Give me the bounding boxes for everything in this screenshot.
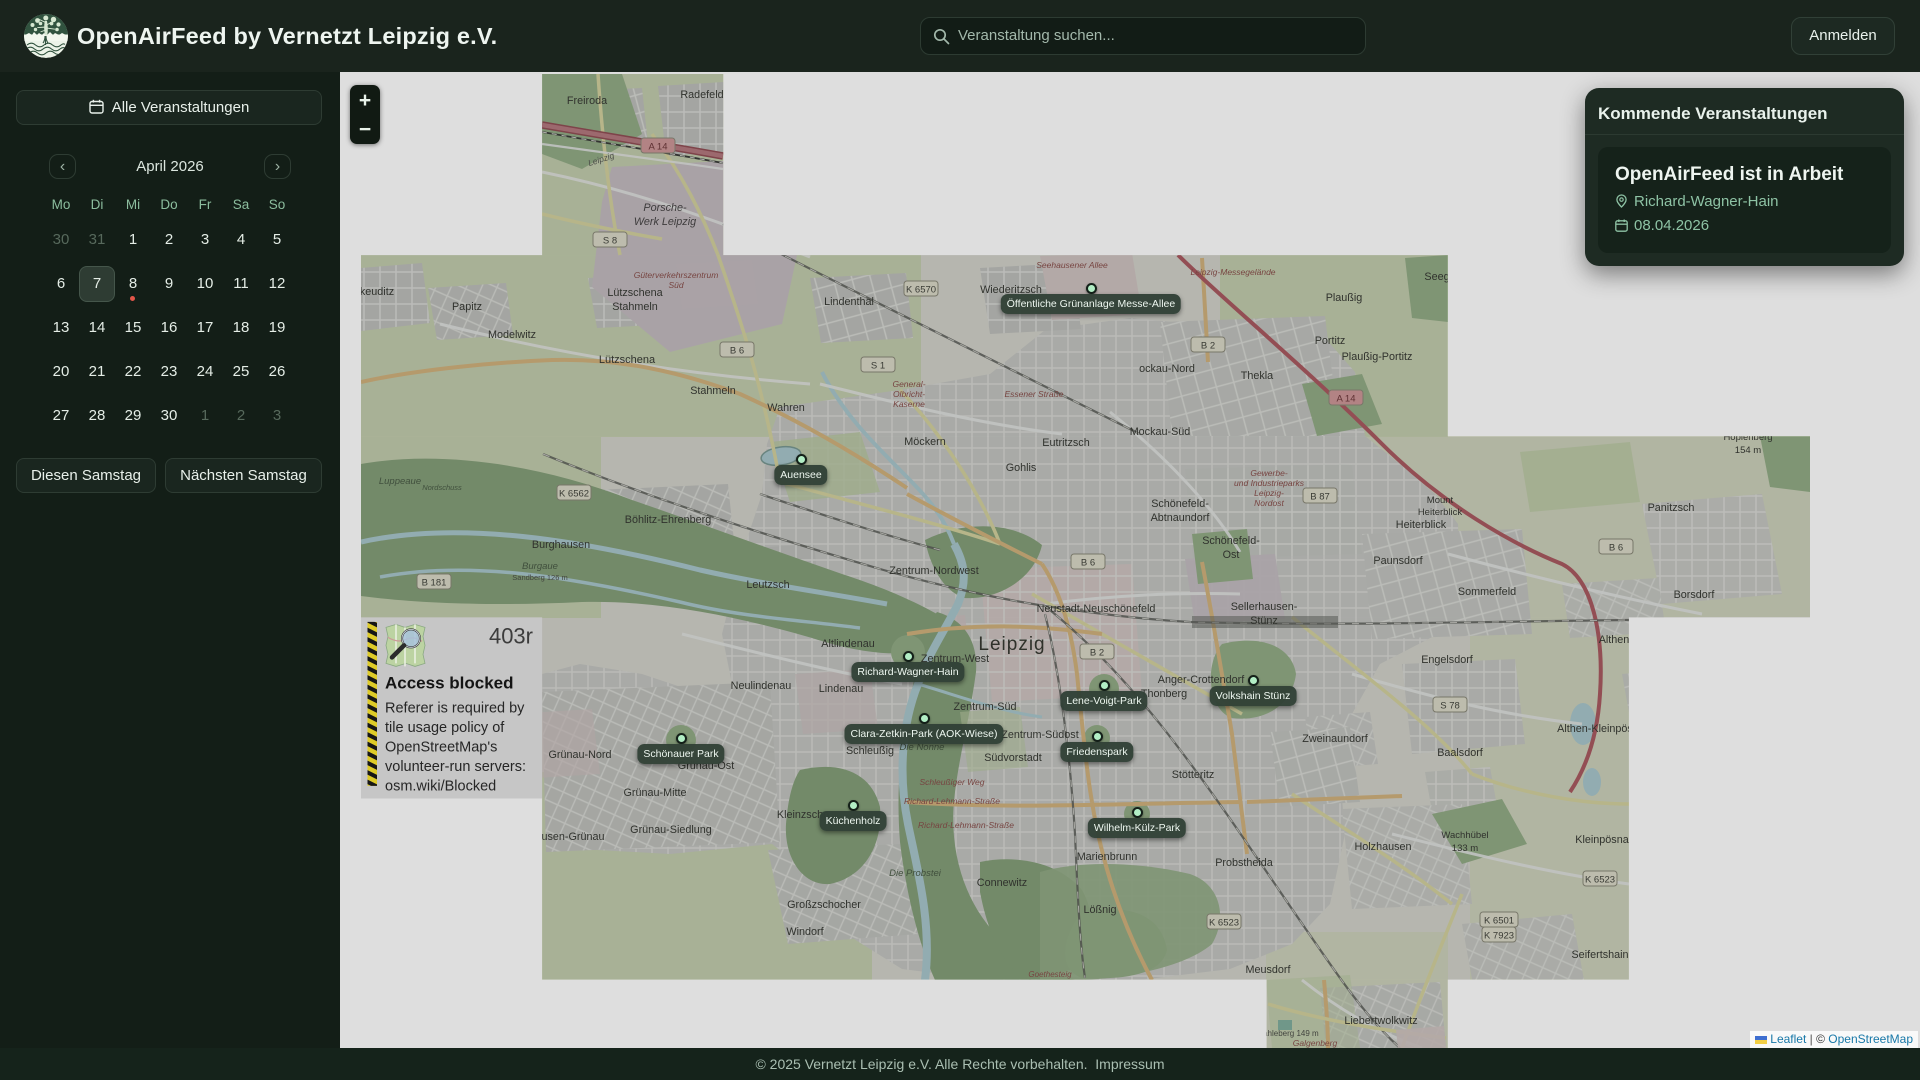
svg-text:Referer is required by: Referer is required by: [385, 700, 525, 716]
svg-text:OpenStreetMap's: OpenStreetMap's: [385, 739, 497, 755]
svg-text:tile usage policy of: tile usage policy of: [385, 720, 505, 736]
svg-text:osm.wiki/Blocked: osm.wiki/Blocked: [385, 778, 496, 794]
svg-text:volunteer-run servers:: volunteer-run servers:: [385, 759, 526, 775]
svg-text:Access blocked: Access blocked: [385, 673, 514, 692]
svg-text:403r: 403r: [489, 623, 533, 648]
